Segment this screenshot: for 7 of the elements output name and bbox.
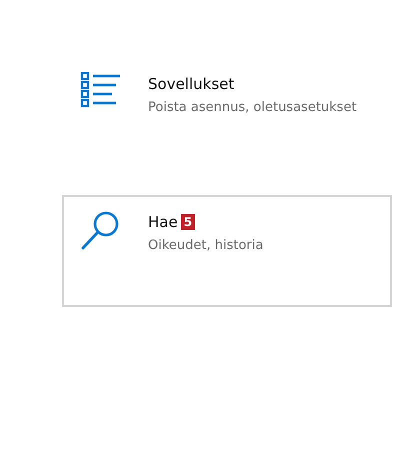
settings-tile[interactable]: Sovellukset Poista asennus, oletusasetukset xyxy=(62,57,392,169)
settings-tile[interactable]: Hae 5 Oikeudet, historia xyxy=(62,195,392,307)
tile-title: Sovellukset xyxy=(148,75,234,93)
tile-description: Poista asennus, oletusasetukset xyxy=(148,100,357,115)
tile-description: Oikeudet, historia xyxy=(148,238,264,253)
tile-title: Hae xyxy=(148,213,178,231)
count-badge: 5 xyxy=(180,214,196,230)
